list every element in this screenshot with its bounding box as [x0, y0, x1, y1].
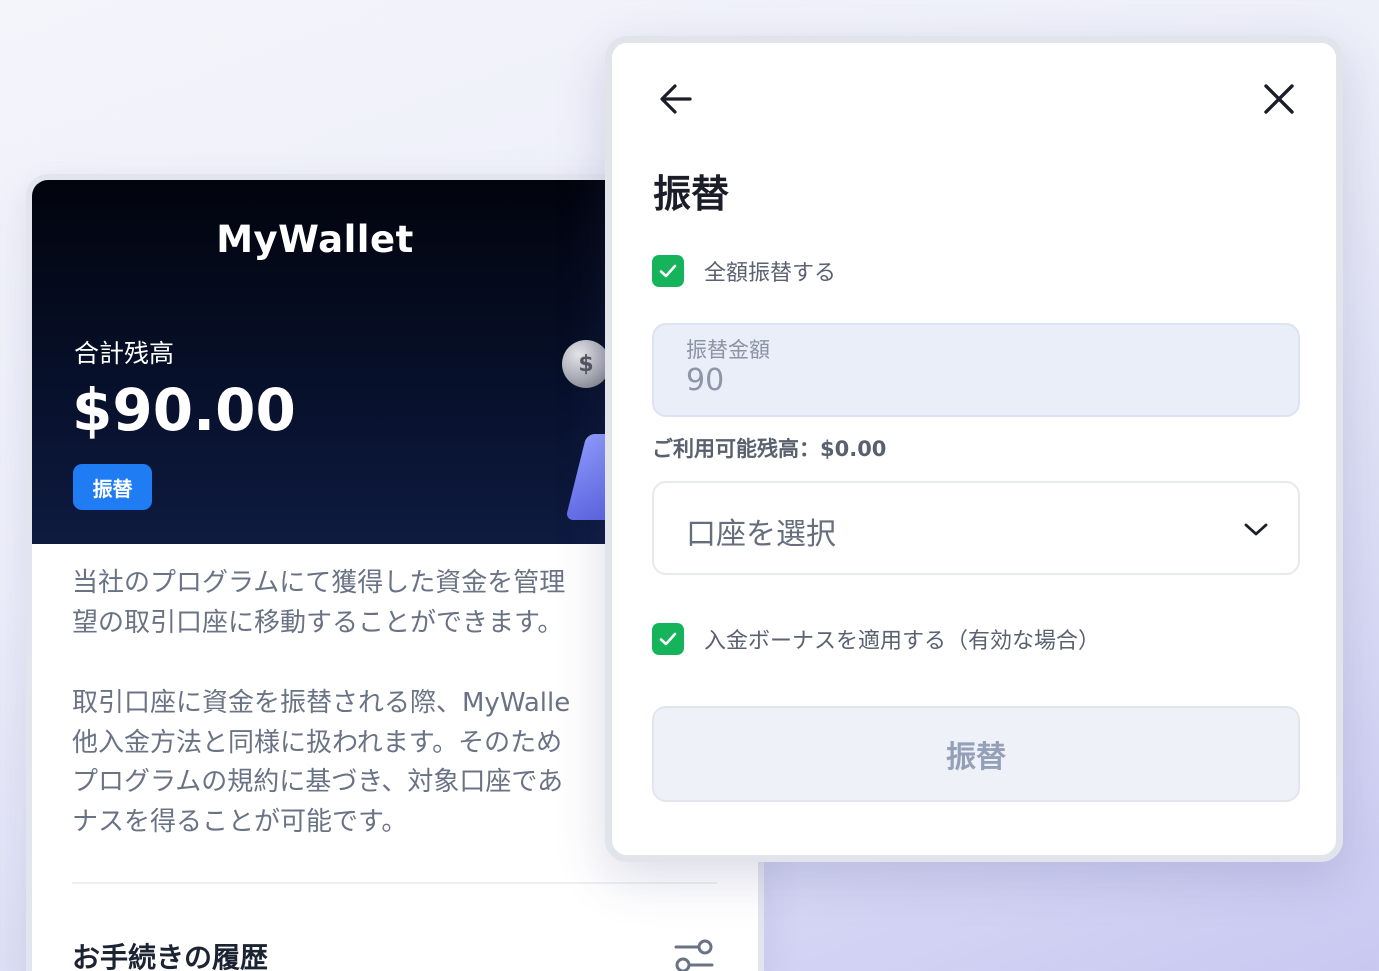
coin-icon: $ — [562, 340, 610, 388]
bonus-label: 入金ボーナスを適用する（有効な場合） — [704, 629, 1101, 654]
history-title: お手続きの履歴 — [72, 941, 269, 971]
check-icon — [659, 632, 677, 646]
transfer-amount-value: 90 — [686, 363, 725, 398]
bonus-checkbox-row[interactable]: 入金ボーナスを適用する（有効な場合） — [652, 623, 1100, 655]
chevron-down-icon — [1244, 523, 1268, 536]
available-balance: ご利用可能残高：$0.00 — [652, 437, 887, 461]
transfer-modal: 振替 全額振替する 振替金額 90 ご利用可能残高：$0.00 口座を選択 入金… — [605, 36, 1343, 862]
description-line: ナスを得ることが可能です。 — [72, 806, 408, 837]
close-icon[interactable] — [1257, 77, 1301, 121]
check-icon — [659, 264, 677, 278]
wallet-title: MyWallet — [216, 218, 414, 261]
divider — [72, 882, 717, 884]
full-transfer-checkbox[interactable] — [652, 255, 684, 287]
account-select[interactable]: 口座を選択 — [652, 481, 1300, 575]
account-select-placeholder: 口座を選択 — [686, 517, 836, 552]
arrow-left-icon[interactable] — [654, 77, 698, 121]
transfer-amount-label: 振替金額 — [686, 338, 770, 362]
description-line: 他入金方法と同様に扱われます。そのため — [72, 727, 563, 758]
description-line: 望の取引口座に移動することができます。 — [72, 607, 564, 638]
wallet-transfer-button[interactable]: 振替 — [73, 464, 152, 510]
bonus-checkbox[interactable] — [652, 623, 684, 655]
description-line: 当社のプログラムにて獲得した資金を管理 — [72, 568, 566, 598]
modal-title: 振替 — [653, 172, 730, 216]
description-line: プログラムの規約に基づき、対象口座であ — [72, 767, 564, 797]
transfer-submit-button[interactable]: 振替 — [652, 706, 1300, 802]
description-line: 取引口座に資金を振替される際、MyWalle — [72, 688, 571, 718]
transfer-amount-field[interactable]: 振替金額 90 — [652, 323, 1300, 417]
full-transfer-label: 全額振替する — [704, 261, 837, 286]
full-transfer-checkbox-row[interactable]: 全額振替する — [652, 255, 836, 287]
coin-symbol: $ — [578, 351, 594, 377]
sliders-icon[interactable] — [672, 938, 716, 971]
total-balance-value: $90.00 — [72, 376, 296, 444]
total-balance-label: 合計残高 — [74, 339, 175, 368]
